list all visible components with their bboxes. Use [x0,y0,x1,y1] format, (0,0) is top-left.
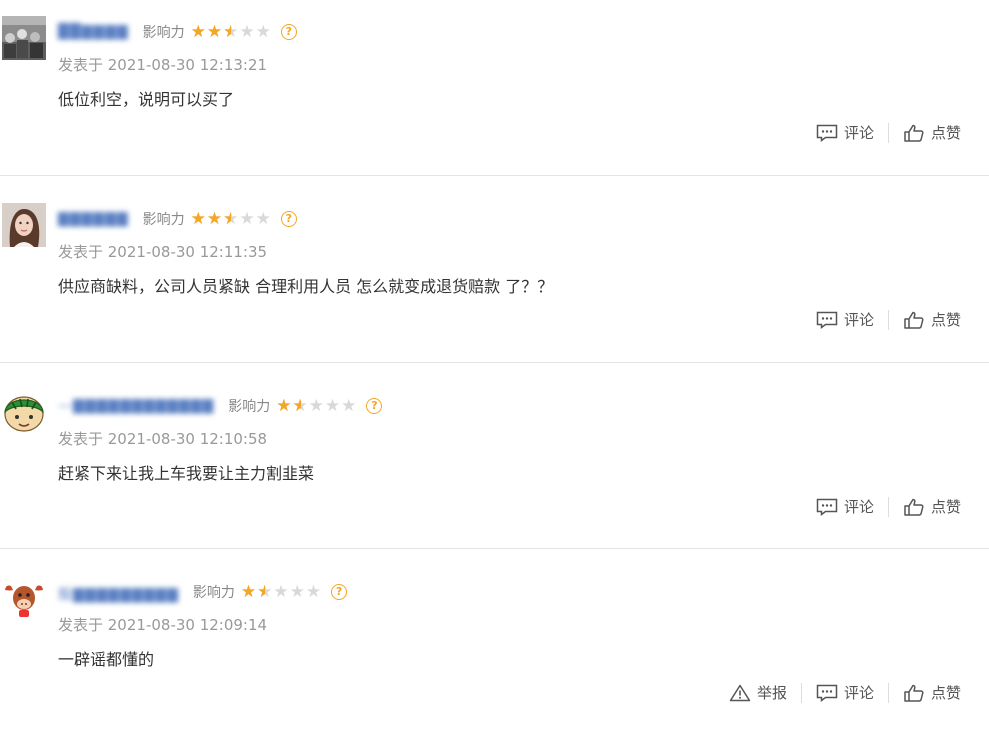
comment-button[interactable]: 评论 [816,309,874,330]
comment-icon [816,498,838,516]
divider [0,548,989,549]
username[interactable]: ██▇▇▇▇ [58,24,129,40]
influence-stars: ★★★★★★★★★★ [190,22,272,42]
comment-icon [816,311,838,329]
influence-label: 影响力 [192,585,235,601]
divider [800,682,802,703]
thumbs-up-icon [904,124,924,142]
post-time: 发表于 2021-08-30 12:10:58 [58,430,268,448]
comment-text: 供应商缺料，公司人员紧缺 合理利用人员 怎么就变成退货赔款 了？？ [58,277,554,296]
help-icon[interactable]: ? [366,398,383,414]
comment-item: —▇▇▇▇▇▇▇▇▇▇▇▇ 影响力 ★★★★★★★★★★ ? 发表于 2021-… [0,374,989,561]
crowd-photo-avatar[interactable] [2,16,46,60]
influence-stars: ★★★★★★★★★★ [276,396,358,416]
like-label: 点赞 [930,498,961,516]
like-button[interactable]: 点赞 [903,682,961,703]
comment-item: 股▇▇▇▇▇▇▇▇▇ 影响力 ★★★★★★★★★★ ? 发表于 2021-08-… [0,560,989,747]
influence-stars: ★★★★★★★★★★ [240,582,323,602]
help-icon[interactable]: ? [280,24,297,40]
comment-text: 赶紧下来让我上车我要让主力割韭菜 [58,464,315,483]
influence-label: 影响力 [142,25,185,41]
divider [887,682,889,703]
like-button[interactable]: 点赞 [903,496,961,517]
like-button[interactable]: 点赞 [903,122,961,143]
comment-button[interactable]: 评论 [816,682,874,703]
comment-label: 评论 [843,498,874,516]
comment-item: ▇▇▇▇▇▇ 影响力 ★★★★★★★★★★ ? 发表于 2021-08-30 1… [0,187,989,374]
comment-label: 评论 [843,684,874,702]
thumbs-up-icon [904,311,924,329]
comment-label: 评论 [843,124,874,142]
comment-button[interactable]: 评论 [816,496,874,517]
divider [887,122,889,143]
username[interactable]: —▇▇▇▇▇▇▇▇▇▇▇▇ [58,398,214,414]
woman-photo-avatar[interactable] [2,203,46,247]
username[interactable]: 股▇▇▇▇▇▇▇▇▇ [58,584,179,603]
cow-cartoon-avatar[interactable] [2,576,46,620]
watermelon-cartoon-avatar[interactable] [2,390,46,434]
warning-icon [729,684,751,701]
divider [0,175,989,176]
influence-stars: ★★★★★★★★★★ [190,209,272,229]
comment-icon [816,124,838,142]
divider [0,362,989,363]
report-label: 举报 [756,684,787,702]
comment-icon [816,684,838,702]
comment-button[interactable]: 评论 [816,122,874,143]
report-button[interactable]: 举报 [729,682,787,703]
help-icon[interactable]: ? [280,211,297,227]
comment-text: 一辟谣都懂的 [58,650,155,669]
like-label: 点赞 [930,311,961,329]
divider [887,496,889,517]
post-time: 发表于 2021-08-30 12:13:21 [58,56,268,74]
post-time: 发表于 2021-08-30 12:09:14 [58,616,268,634]
thumbs-up-icon [904,684,924,702]
like-label: 点赞 [930,124,961,142]
comment-text: 低位利空，说明可以买了 [58,90,235,109]
help-icon[interactable]: ? [331,584,348,600]
influence-label: 影响力 [228,399,271,415]
influence-label: 影响力 [142,212,185,228]
comment-item: ██▇▇▇▇ 影响力 ★★★★★★★★★★ ? 发表于 2021-08-30 1… [0,0,989,187]
thumbs-up-icon [904,498,924,516]
divider [887,309,889,330]
like-label: 点赞 [930,684,961,702]
post-time: 发表于 2021-08-30 12:11:35 [58,243,268,261]
username[interactable]: ▇▇▇▇▇▇ [58,211,129,227]
comment-label: 评论 [843,311,874,329]
like-button[interactable]: 点赞 [903,309,961,330]
